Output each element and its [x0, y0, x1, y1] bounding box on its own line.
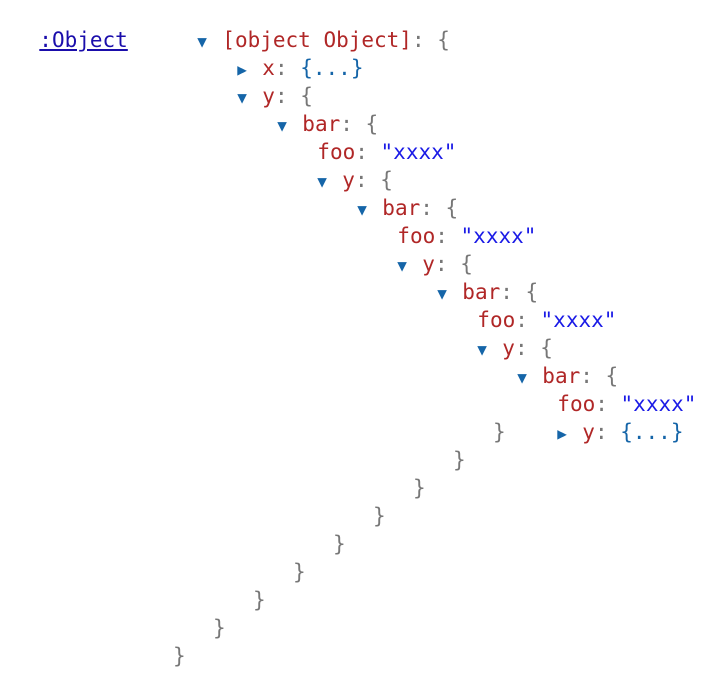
- tree-node-y[interactable]: ▶ y: {...}: [532, 390, 683, 444]
- tree-node-bar[interactable]: ▼ bar: {: [252, 82, 378, 136]
- type-label-row: :Object: [14, 0, 128, 52]
- tree-node-y[interactable]: ▼ y: {: [292, 138, 393, 192]
- colon: :: [411, 28, 438, 52]
- tree-leaf-foo: foo: "xxxx": [452, 278, 616, 332]
- collapsed-preview[interactable]: {...}: [620, 420, 683, 444]
- tree-leaf-foo: foo: "xxxx": [532, 362, 696, 416]
- close-brace: }: [373, 504, 386, 528]
- close-brace: }: [293, 560, 306, 584]
- close-brace: }: [333, 532, 346, 556]
- tree-node-y[interactable]: ▼ y: {: [452, 306, 553, 360]
- tree-leaf-foo: foo: "xxxx": [372, 194, 536, 248]
- close-brace: }: [253, 588, 266, 612]
- node-key: y: [582, 420, 595, 444]
- tree-node-bar[interactable]: ▼ bar: {: [492, 334, 618, 388]
- close-brace: }: [493, 420, 506, 444]
- tree-node-bar[interactable]: ▼ bar: {: [412, 250, 538, 304]
- close-brace: }: [213, 616, 226, 640]
- object-type-link[interactable]: :Object: [39, 28, 128, 52]
- colon: :: [594, 420, 621, 444]
- tree-node-bar[interactable]: ▼ bar: {: [332, 166, 458, 220]
- close-brace: }: [173, 644, 186, 668]
- collapsed-arrow-icon[interactable]: ▶: [557, 420, 582, 448]
- tree-node-y[interactable]: ▼ y: {: [212, 54, 313, 108]
- tree-leaf-foo: foo: "xxxx": [292, 110, 456, 164]
- close-brace: }: [453, 448, 466, 472]
- tree-node-root[interactable]: ▼ [object Object]: {: [172, 0, 450, 52]
- open-brace: {: [437, 28, 450, 52]
- tree-node-y[interactable]: ▼ y: {: [372, 222, 473, 276]
- close-brace: }: [413, 476, 426, 500]
- tree-node-x[interactable]: ▶ x: {...}: [212, 26, 363, 80]
